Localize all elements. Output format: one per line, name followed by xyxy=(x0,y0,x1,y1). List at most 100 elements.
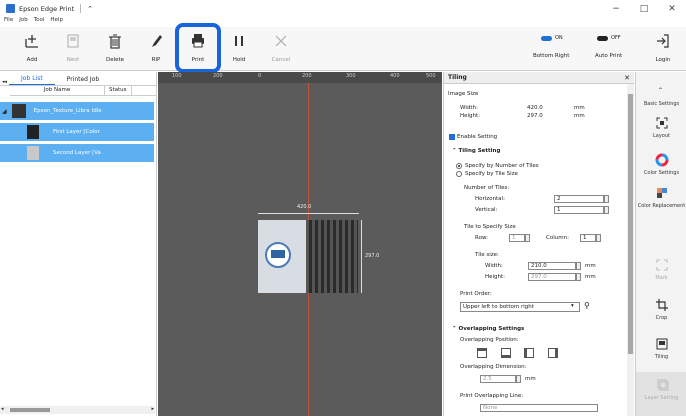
tile-right-image[interactable] xyxy=(306,220,358,293)
preview-canvas[interactable]: 100 200 0 200 300 400 500 420.0 297.0 xyxy=(158,72,442,416)
sidebar-item-color-settings[interactable]: Color Settings xyxy=(636,153,686,176)
horizontal-scrollbar[interactable]: ◂ ▸ xyxy=(0,406,155,414)
ruler-tick: 0 xyxy=(258,73,262,79)
job-row-first-layer[interactable]: First Layer [Color xyxy=(0,123,154,141)
sidebar-label: Layer Setting xyxy=(644,395,679,401)
row-spinner[interactable] xyxy=(525,234,530,242)
tile-width-spinner[interactable] xyxy=(576,262,581,270)
overlap-dimension-spinner[interactable] xyxy=(516,375,521,383)
menu-help[interactable]: Help xyxy=(50,17,63,27)
bottom-right-toggle[interactable]: ON xyxy=(541,35,563,41)
tiling-scrollbar[interactable] xyxy=(627,84,634,416)
trash-icon xyxy=(109,34,121,49)
login-button[interactable]: Login xyxy=(646,30,680,68)
menu-file[interactable]: File xyxy=(4,17,13,27)
radio-tile-size[interactable] xyxy=(456,171,462,177)
overlap-dimension-label: Overlapping Dimension: xyxy=(460,364,527,370)
close-icon[interactable]: ✕ xyxy=(658,0,686,17)
overlapping-text: Overlapping Settings xyxy=(458,326,525,332)
expand-icon[interactable]: ◢ xyxy=(2,108,7,115)
overlap-top-icon[interactable] xyxy=(477,348,487,358)
tile-left-image[interactable] xyxy=(258,220,306,293)
row-input[interactable]: 1 xyxy=(509,234,525,242)
auto-print-toggle[interactable]: OFF xyxy=(597,35,621,41)
sidebar-item-color-replacement[interactable]: Color Replacement xyxy=(636,186,686,209)
menu-bar: File Job Tool Help xyxy=(0,17,686,27)
scroll-right-icon[interactable]: ▸ xyxy=(151,406,154,412)
height-unit: mm xyxy=(574,113,585,119)
print-order-select[interactable]: Upper left to bottom right xyxy=(460,302,580,312)
tile-height-spinner[interactable] xyxy=(576,273,581,281)
tile-size-label: Tile size: xyxy=(475,252,499,258)
column-status[interactable]: Status xyxy=(105,86,132,95)
sidebar-item-tiling[interactable]: Tiling xyxy=(636,337,686,360)
printer-glyph xyxy=(271,250,285,258)
sidebar-item-crop[interactable]: Crop xyxy=(636,298,686,321)
sidebar-item-layer-setting[interactable]: Layer Setting xyxy=(636,372,686,416)
preview-search-icon[interactable]: ⚲ xyxy=(584,301,590,310)
vertical-spinner[interactable] xyxy=(604,206,609,214)
maximize-icon[interactable]: □ xyxy=(630,0,658,17)
tiling-scroll-thumb[interactable] xyxy=(628,94,633,354)
menu-job[interactable]: Job xyxy=(19,17,27,27)
tile-height-input[interactable]: 297.0 xyxy=(528,273,576,281)
column-spinner[interactable] xyxy=(596,234,601,242)
horizontal-input[interactable]: 2 xyxy=(554,195,604,203)
toggle-switch-on[interactable] xyxy=(541,35,552,41)
dropdown-chevron-icon[interactable]: ▾ xyxy=(571,303,574,309)
crop-icon xyxy=(655,299,668,311)
sidebar-label: Color Replacement xyxy=(637,203,686,209)
print-overlap-select[interactable]: None xyxy=(480,404,598,412)
tile-specify-label: Tile to Specify Size xyxy=(464,224,516,230)
job-row-second-layer[interactable]: Second Layer [Va xyxy=(0,144,154,162)
cancel-label: Cancel xyxy=(271,57,291,63)
row-label: Row: xyxy=(475,235,488,241)
panel-collapse-icon[interactable]: ◂◂ xyxy=(0,79,9,85)
overlap-left-icon[interactable] xyxy=(524,348,534,358)
column-job-name[interactable]: Job Name xyxy=(10,86,105,95)
menu-tool[interactable]: Tool xyxy=(34,17,45,27)
sidebar-label: Crop xyxy=(655,315,668,321)
scroll-left-icon[interactable]: ◂ xyxy=(1,406,4,412)
sidebar-item-layout[interactable]: Layout xyxy=(636,116,686,139)
tile-width-input[interactable]: 210.0 xyxy=(528,262,576,270)
sidebar-item-basic-settings[interactable]: Basic Settings xyxy=(636,98,686,107)
vertical-input[interactable]: 1 xyxy=(554,206,604,214)
tile-width-unit: mm xyxy=(585,263,596,269)
rip-brush-icon xyxy=(152,35,162,47)
tab-job-list[interactable]: Job List xyxy=(9,75,55,85)
rip-button[interactable]: RIP xyxy=(139,30,173,68)
toolbar: Add Nest Delete RIP Print Hold Cancel ON… xyxy=(0,27,686,71)
layer-name: First Layer [Color xyxy=(53,129,100,135)
collapse-caret-icon[interactable]: ⌃ xyxy=(87,5,93,13)
image-size-heading: Image Size xyxy=(448,91,479,97)
cancel-button[interactable]: Cancel xyxy=(264,30,298,68)
delete-button[interactable]: Delete xyxy=(98,30,132,68)
overlap-dimension-input[interactable]: 2.5 xyxy=(480,375,516,383)
tab-printed-job[interactable]: Printed Job xyxy=(55,76,111,85)
width-unit: mm xyxy=(574,105,585,111)
color-wheel-icon xyxy=(655,153,668,167)
overlap-right-icon[interactable] xyxy=(548,348,558,358)
toggle-switch-off[interactable] xyxy=(597,35,608,41)
sidebar-up-icon[interactable]: ⌃ xyxy=(658,87,663,94)
login-label: Login xyxy=(655,57,671,63)
delete-label: Delete xyxy=(105,57,125,63)
scroll-thumb[interactable] xyxy=(10,408,50,412)
radio-number-of-tiles[interactable] xyxy=(456,163,462,169)
panel-close-icon[interactable]: ✕ xyxy=(624,74,630,82)
hold-button[interactable]: Hold xyxy=(222,30,256,68)
column-label: Column: xyxy=(546,235,569,241)
sidebar-item-mark[interactable]: Mark xyxy=(636,258,686,281)
add-label: Add xyxy=(26,57,38,63)
column-input[interactable]: 1 xyxy=(580,234,596,242)
nest-button[interactable]: Nest xyxy=(56,30,90,68)
add-button[interactable]: Add xyxy=(15,30,49,68)
job-row-parent[interactable]: ◢ Epson_Texture_Libra Idle xyxy=(0,102,154,120)
minimize-icon[interactable]: − xyxy=(602,0,630,17)
job-thumbnail xyxy=(11,104,26,118)
tiling-setting-text: Tiling Setting xyxy=(458,148,501,154)
enable-setting-checkbox[interactable] xyxy=(449,134,455,140)
overlap-bottom-icon[interactable] xyxy=(501,348,511,358)
horizontal-spinner[interactable] xyxy=(604,195,609,203)
